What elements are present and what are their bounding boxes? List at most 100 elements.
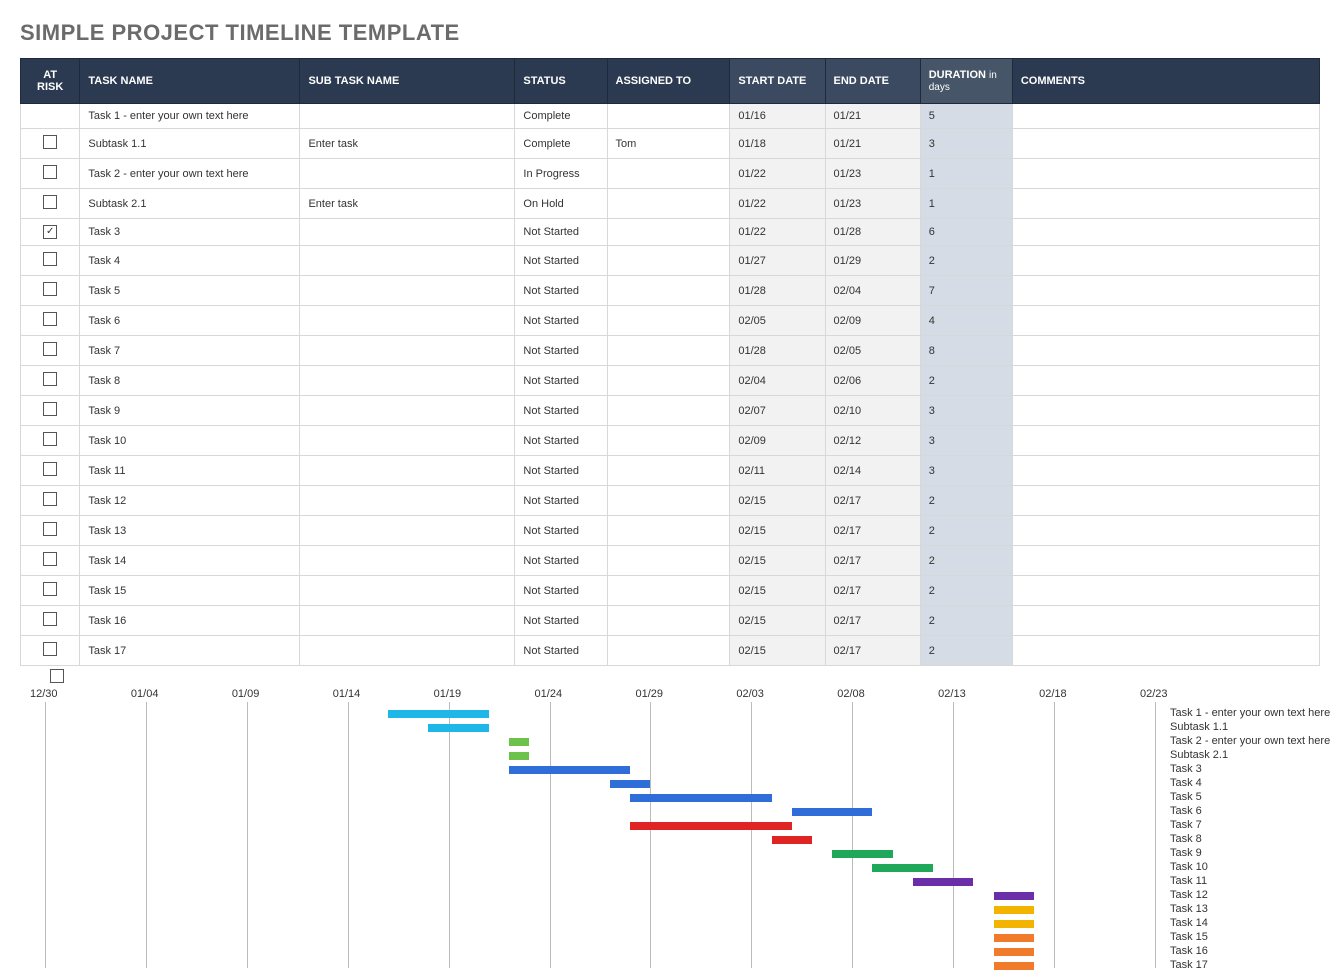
cell-assigned[interactable]	[607, 636, 730, 666]
cell-task-name[interactable]: Task 15	[80, 576, 300, 606]
cell-task-name[interactable]: Task 12	[80, 486, 300, 516]
at-risk-checkbox[interactable]	[43, 252, 57, 266]
cell-status[interactable]: Not Started	[515, 606, 607, 636]
cell-sub-task[interactable]	[300, 606, 515, 636]
cell-start-date[interactable]: 02/04	[730, 366, 825, 396]
cell-assigned[interactable]	[607, 366, 730, 396]
cell-comments[interactable]	[1012, 306, 1319, 336]
cell-assigned[interactable]	[607, 306, 730, 336]
cell-end-date[interactable]: 02/04	[825, 276, 920, 306]
cell-comments[interactable]	[1012, 104, 1319, 129]
cell-assigned[interactable]	[607, 606, 730, 636]
cell-status[interactable]: Not Started	[515, 306, 607, 336]
cell-assigned[interactable]	[607, 516, 730, 546]
at-risk-checkbox[interactable]	[43, 402, 57, 416]
at-risk-checkbox[interactable]	[43, 492, 57, 506]
cell-sub-task[interactable]	[300, 636, 515, 666]
cell-sub-task[interactable]	[300, 456, 515, 486]
cell-task-name[interactable]: Task 10	[80, 426, 300, 456]
cell-sub-task[interactable]	[300, 516, 515, 546]
cell-status[interactable]: Not Started	[515, 546, 607, 576]
cell-status[interactable]: Complete	[515, 104, 607, 129]
cell-task-name[interactable]: Task 16	[80, 606, 300, 636]
cell-task-name[interactable]: Task 7	[80, 336, 300, 366]
cell-task-name[interactable]: Task 9	[80, 396, 300, 426]
cell-sub-task[interactable]	[300, 246, 515, 276]
cell-comments[interactable]	[1012, 636, 1319, 666]
cell-comments[interactable]	[1012, 129, 1319, 159]
cell-status[interactable]: Not Started	[515, 366, 607, 396]
cell-start-date[interactable]: 01/28	[730, 336, 825, 366]
cell-start-date[interactable]: 02/11	[730, 456, 825, 486]
cell-assigned[interactable]	[607, 576, 730, 606]
cell-sub-task[interactable]: Enter task	[300, 189, 515, 219]
cell-comments[interactable]	[1012, 606, 1319, 636]
cell-task-name[interactable]: Subtask 1.1	[80, 129, 300, 159]
cell-task-name[interactable]: Task 1 - enter your own text here	[80, 104, 300, 129]
cell-start-date[interactable]: 01/18	[730, 129, 825, 159]
cell-comments[interactable]	[1012, 516, 1319, 546]
cell-start-date[interactable]: 02/15	[730, 576, 825, 606]
cell-status[interactable]: Not Started	[515, 276, 607, 306]
cell-start-date[interactable]: 02/07	[730, 396, 825, 426]
at-risk-checkbox[interactable]	[43, 432, 57, 446]
at-risk-checkbox-extra[interactable]	[50, 669, 64, 683]
cell-comments[interactable]	[1012, 189, 1319, 219]
cell-status[interactable]: Not Started	[515, 576, 607, 606]
cell-assigned[interactable]	[607, 486, 730, 516]
cell-sub-task[interactable]	[300, 426, 515, 456]
cell-comments[interactable]	[1012, 246, 1319, 276]
cell-status[interactable]: Not Started	[515, 219, 607, 246]
cell-task-name[interactable]: Task 14	[80, 546, 300, 576]
cell-start-date[interactable]: 01/22	[730, 159, 825, 189]
cell-assigned[interactable]	[607, 189, 730, 219]
cell-task-name[interactable]: Task 3	[80, 219, 300, 246]
cell-comments[interactable]	[1012, 426, 1319, 456]
cell-end-date[interactable]: 02/17	[825, 606, 920, 636]
cell-comments[interactable]	[1012, 396, 1319, 426]
cell-assigned[interactable]	[607, 396, 730, 426]
cell-start-date[interactable]: 02/09	[730, 426, 825, 456]
cell-end-date[interactable]: 02/17	[825, 546, 920, 576]
cell-end-date[interactable]: 02/17	[825, 486, 920, 516]
cell-comments[interactable]	[1012, 159, 1319, 189]
cell-end-date[interactable]: 01/29	[825, 246, 920, 276]
cell-comments[interactable]	[1012, 486, 1319, 516]
cell-sub-task[interactable]	[300, 104, 515, 129]
cell-task-name[interactable]: Task 17	[80, 636, 300, 666]
cell-start-date[interactable]: 01/28	[730, 276, 825, 306]
cell-sub-task[interactable]	[300, 396, 515, 426]
at-risk-checkbox[interactable]	[43, 462, 57, 476]
cell-status[interactable]: Not Started	[515, 486, 607, 516]
cell-start-date[interactable]: 02/15	[730, 636, 825, 666]
cell-start-date[interactable]: 02/15	[730, 546, 825, 576]
at-risk-checkbox[interactable]	[43, 372, 57, 386]
cell-sub-task[interactable]	[300, 336, 515, 366]
cell-start-date[interactable]: 02/15	[730, 516, 825, 546]
cell-end-date[interactable]: 02/09	[825, 306, 920, 336]
cell-sub-task[interactable]	[300, 159, 515, 189]
cell-status[interactable]: Complete	[515, 129, 607, 159]
cell-sub-task[interactable]	[300, 366, 515, 396]
cell-sub-task[interactable]	[300, 486, 515, 516]
cell-status[interactable]: Not Started	[515, 336, 607, 366]
cell-task-name[interactable]: Task 11	[80, 456, 300, 486]
cell-end-date[interactable]: 02/14	[825, 456, 920, 486]
at-risk-checkbox[interactable]	[43, 552, 57, 566]
cell-task-name[interactable]: Task 13	[80, 516, 300, 546]
cell-end-date[interactable]: 01/28	[825, 219, 920, 246]
cell-task-name[interactable]: Task 2 - enter your own text here	[80, 159, 300, 189]
cell-assigned[interactable]: Tom	[607, 129, 730, 159]
cell-task-name[interactable]: Task 6	[80, 306, 300, 336]
at-risk-checkbox[interactable]	[43, 612, 57, 626]
cell-status[interactable]: On Hold	[515, 189, 607, 219]
cell-end-date[interactable]: 02/10	[825, 396, 920, 426]
at-risk-checkbox[interactable]	[43, 522, 57, 536]
cell-sub-task[interactable]	[300, 276, 515, 306]
cell-assigned[interactable]	[607, 456, 730, 486]
cell-end-date[interactable]: 01/21	[825, 129, 920, 159]
cell-end-date[interactable]: 02/17	[825, 576, 920, 606]
cell-status[interactable]: Not Started	[515, 456, 607, 486]
at-risk-checkbox[interactable]: ✓	[43, 225, 57, 239]
cell-status[interactable]: Not Started	[515, 516, 607, 546]
